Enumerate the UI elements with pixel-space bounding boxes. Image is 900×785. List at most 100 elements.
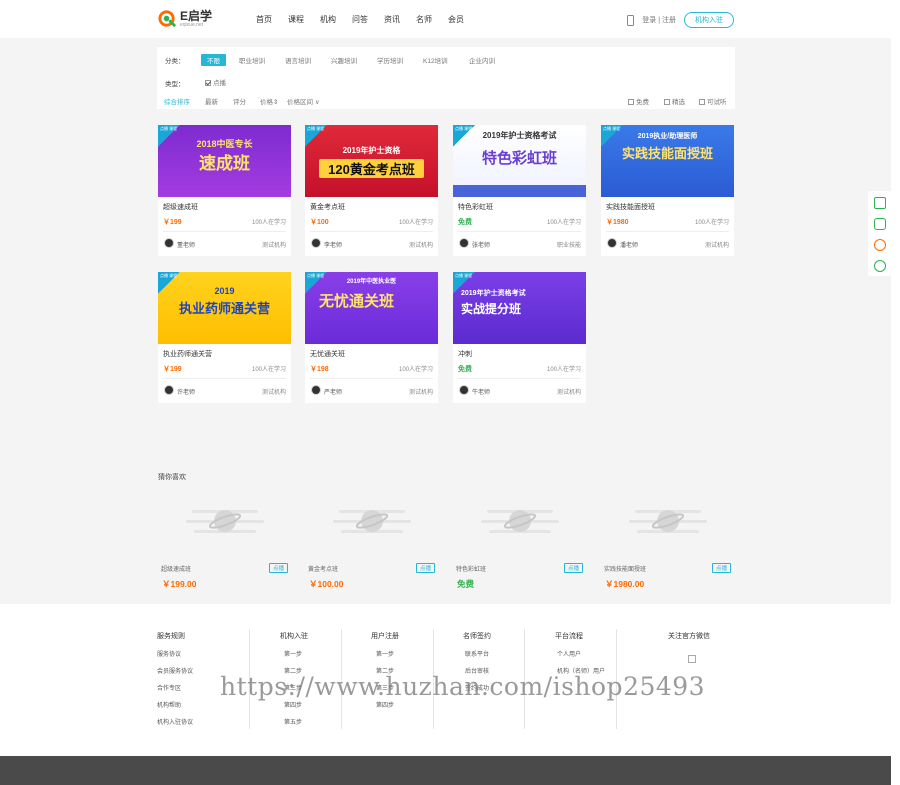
course-cover-image[interactable]: 2019年中医执业医 无忧通关班 点播 课程: [305, 272, 438, 344]
nav-home[interactable]: 首页: [256, 14, 272, 25]
mobile-phone-icon[interactable]: [627, 14, 635, 26]
nav-news[interactable]: 资讯: [384, 14, 400, 25]
recommend-item[interactable]: 特色彩虹班 点播 免费: [453, 490, 586, 590]
teacher-name[interactable]: 董老师: [177, 240, 195, 249]
nav-qa[interactable]: 问答: [352, 14, 368, 25]
org-join-button[interactable]: 机构入驻: [684, 12, 734, 28]
watermark-text: https://www.huzhan.com/ishop25493: [220, 672, 706, 701]
teacher-name[interactable]: 张老师: [472, 240, 490, 249]
org-name[interactable]: 测试机构: [705, 240, 729, 249]
recommend-price: ￥100.00: [309, 579, 344, 589]
course-price: 免费: [458, 219, 472, 226]
weibo-icon[interactable]: [874, 239, 886, 251]
main-nav: 首页 课程 机构 问答 资讯 名师 会员: [256, 14, 480, 25]
floating-toolbar: [868, 191, 891, 276]
course-card[interactable]: 2019执业/助理医师 实践技能面授班 点播 课程 实践技能面授班 ￥1980 …: [601, 125, 734, 256]
course-cover-image[interactable]: 2019执业/助理医师 实践技能面授班 点播 课程: [601, 125, 734, 197]
wechat-icon[interactable]: [874, 260, 886, 272]
sort-rating[interactable]: 评分: [233, 96, 246, 106]
teacher-avatar: [459, 385, 469, 395]
course-card[interactable]: 2019年护士资格 120黄金考点班 点播 课程 黄金考点班 ￥100 100人…: [305, 125, 438, 256]
flag-featured[interactable]: 精选: [664, 96, 685, 106]
sort-price[interactable]: 价格⇕: [260, 96, 278, 106]
divider: [310, 378, 433, 379]
image-placeholder-icon: [186, 510, 264, 533]
category-option[interactable]: 兴趣培训: [331, 55, 357, 65]
recommend-item[interactable]: 超级速成班 点播 ￥199.00: [158, 490, 291, 590]
teacher-avatar: [607, 238, 617, 248]
course-cover-image[interactable]: 2019年护士资格考试 特色彩虹班 点播 课程: [453, 125, 586, 197]
sort-price-range[interactable]: 价格区间 ∨: [287, 96, 320, 106]
teacher-avatar: [459, 238, 469, 248]
course-card[interactable]: 2019年护士资格考试 特色彩虹班 点播 课程 特色彩虹班 免费 100人在学习…: [453, 125, 586, 256]
message-icon[interactable]: [874, 218, 886, 230]
learner-count: 100人在学习: [398, 367, 433, 373]
site-logo[interactable]: E启学 eqixue.net: [158, 9, 212, 28]
nav-members[interactable]: 会员: [448, 14, 464, 25]
course-cover-image[interactable]: 2019年护士资格 120黄金考点班 点播 课程: [305, 125, 438, 197]
course-card[interactable]: 2019年中医执业医 无忧通关班 点播 课程 无忧通关班 ￥198 100人在学…: [305, 272, 438, 403]
org-name[interactable]: 测试机构: [409, 240, 433, 249]
course-card[interactable]: 2019 执业药师通关营 点播 课程 执业药师通关营 ￥199 100人在学习 …: [158, 272, 291, 403]
teacher-name[interactable]: 严老师: [324, 387, 342, 396]
org-name[interactable]: 测试机构: [262, 240, 286, 249]
recommend-price: 免费: [457, 579, 475, 589]
filter-panel: 分类： 不限 职业培训 语言培训 兴趣培训 学历培训 K12培训 企业内训 类型…: [157, 47, 735, 109]
category-option[interactable]: K12培训: [423, 55, 448, 65]
category-option[interactable]: 职业培训: [239, 55, 265, 65]
teacher-name[interactable]: 许老师: [177, 387, 195, 396]
course-price: ￥100: [310, 219, 329, 226]
vod-tag: 点播: [268, 563, 288, 573]
course-cover-image[interactable]: 2019 执业药师通关营 点播 课程: [158, 272, 291, 344]
course-card[interactable]: 2018中医专长 速成班 点播 课程 超级速成班 ￥199 100人在学习 董老…: [158, 125, 291, 256]
course-title[interactable]: 黄金考点班: [310, 202, 345, 212]
course-price: 免费: [458, 366, 472, 373]
sort-comprehensive[interactable]: 综合排序: [164, 96, 190, 106]
org-name[interactable]: 测试机构: [409, 387, 433, 396]
nav-courses[interactable]: 课程: [288, 14, 304, 25]
recommend-name[interactable]: 实践技能面授班: [604, 564, 646, 573]
teacher-name[interactable]: 李老师: [324, 240, 342, 249]
course-title[interactable]: 无忧通关班: [310, 349, 345, 359]
flag-free[interactable]: 免费: [628, 96, 649, 106]
course-title[interactable]: 冲刺: [458, 349, 472, 359]
guess-you-like-title: 猜你喜欢: [158, 474, 186, 481]
teacher-name[interactable]: 潘老师: [620, 240, 638, 249]
category-option[interactable]: 学历培训: [377, 55, 403, 65]
recommend-item[interactable]: 实践技能面授班 点播 ￥1980.00: [601, 490, 734, 590]
course-cover-image[interactable]: 2019年护士资格考试 实战提分班 点播 课程: [453, 272, 586, 344]
course-title[interactable]: 实践技能面授班: [606, 202, 655, 212]
share-icon[interactable]: [874, 197, 886, 209]
teacher-name[interactable]: 牛老师: [472, 387, 490, 396]
org-name[interactable]: 职业技能: [557, 240, 581, 249]
recommend-name[interactable]: 特色彩虹班: [456, 564, 486, 573]
org-name[interactable]: 测试机构: [262, 387, 286, 396]
divider: [458, 231, 581, 232]
nav-teachers[interactable]: 名师: [416, 14, 432, 25]
flag-trial[interactable]: 可试听: [699, 96, 727, 106]
category-option[interactable]: 企业内训: [469, 55, 495, 65]
recommend-name[interactable]: 黄金考点班: [308, 564, 338, 573]
course-title[interactable]: 特色彩虹班: [458, 202, 493, 212]
recommend-name[interactable]: 超级速成班: [161, 564, 191, 573]
recommend-price: ￥1980.00: [605, 579, 645, 589]
type-option-vod[interactable]: 点播: [205, 77, 226, 87]
recommend-item[interactable]: 黄金考点班 点播 ￥100.00: [305, 490, 438, 590]
course-cover-image[interactable]: 2018中医专长 速成班 点播 课程: [158, 125, 291, 197]
scrollbar-track[interactable]: [891, 0, 900, 785]
sort-newest[interactable]: 最新: [205, 96, 218, 106]
course-title[interactable]: 执业药师通关营: [163, 349, 212, 359]
org-name[interactable]: 测试机构: [557, 387, 581, 396]
teacher-avatar: [164, 385, 174, 395]
image-placeholder-icon: [629, 510, 707, 533]
divider: [163, 378, 286, 379]
site-header: E启学 eqixue.net 首页 课程 机构 问答 资讯 名师 会员 登录 |…: [0, 0, 900, 38]
wechat-qr-image: [688, 655, 696, 663]
category-option[interactable]: 语言培训: [285, 55, 311, 65]
login-register-link[interactable]: 登录 | 注册: [642, 15, 676, 25]
course-title[interactable]: 超级速成班: [163, 202, 198, 212]
course-card[interactable]: 2019年护士资格考试 实战提分班 点播 课程 冲刺 免费 100人在学习 牛老…: [453, 272, 586, 403]
nav-orgs[interactable]: 机构: [320, 14, 336, 25]
logo-title: E启学: [180, 8, 213, 23]
category-option-all[interactable]: 不限: [201, 54, 226, 66]
